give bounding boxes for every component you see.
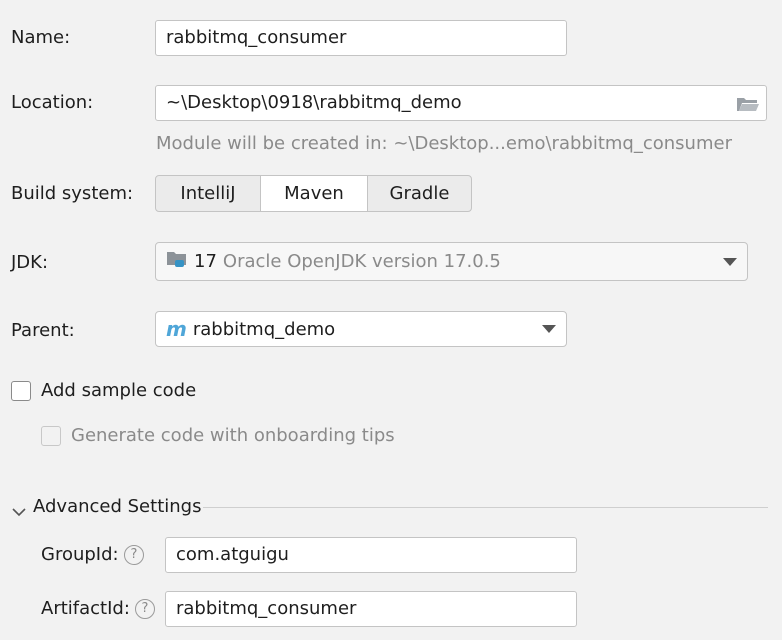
parent-label: Parent: (11, 320, 75, 341)
add-sample-code-label: Add sample code (41, 380, 197, 401)
help-icon[interactable]: ? (135, 599, 155, 619)
advanced-settings-toggle[interactable]: Advanced Settings (33, 495, 201, 519)
chevron-down-icon (542, 325, 556, 333)
parent-dropdown[interactable]: m rabbitmq_demo (155, 311, 567, 347)
name-input[interactable]: rabbitmq_consumer (155, 20, 567, 56)
folder-browse-icon[interactable] (736, 95, 760, 118)
chevron-down-icon[interactable] (12, 501, 26, 522)
location-value: ~\Desktop\0918\rabbitmq_demo (166, 92, 462, 113)
build-system-maven-button[interactable]: Maven (260, 176, 368, 211)
onboarding-tips-checkbox[interactable] (41, 426, 61, 446)
jdk-folder-icon (166, 249, 188, 274)
jdk-dropdown[interactable]: 17 Oracle OpenJDK version 17.0.5 (155, 242, 748, 281)
chevron-down-icon (723, 257, 737, 266)
build-system-gradle-button[interactable]: Gradle (368, 176, 471, 211)
jdk-description: Oracle OpenJDK version 17.0.5 (222, 251, 501, 272)
help-icon[interactable]: ? (124, 545, 144, 565)
location-input[interactable]: ~\Desktop\0918\rabbitmq_demo (155, 85, 767, 121)
jdk-version: 17 (194, 251, 217, 272)
module-path-hint: Module will be created in: ~\Desktop...e… (156, 133, 732, 154)
onboarding-tips-label: Generate code with onboarding tips (71, 425, 395, 446)
artifactid-input[interactable]: rabbitmq_consumer (165, 591, 577, 627)
name-label: Name: (11, 27, 71, 48)
jdk-label: JDK: (11, 252, 49, 273)
build-system-segmented: IntelliJ Maven Gradle (155, 175, 472, 212)
advanced-settings-divider (203, 507, 768, 508)
groupid-input[interactable]: com.atguigu (165, 537, 577, 573)
location-label: Location: (11, 92, 94, 113)
groupid-label: GroupId: (41, 544, 119, 565)
build-system-intellij-button[interactable]: IntelliJ (156, 176, 260, 211)
build-system-label: Build system: (11, 183, 134, 204)
parent-value: rabbitmq_demo (192, 318, 336, 340)
artifactid-label: ArtifactId: (41, 598, 130, 619)
maven-module-icon: m (166, 317, 187, 341)
add-sample-code-checkbox[interactable] (11, 381, 31, 401)
